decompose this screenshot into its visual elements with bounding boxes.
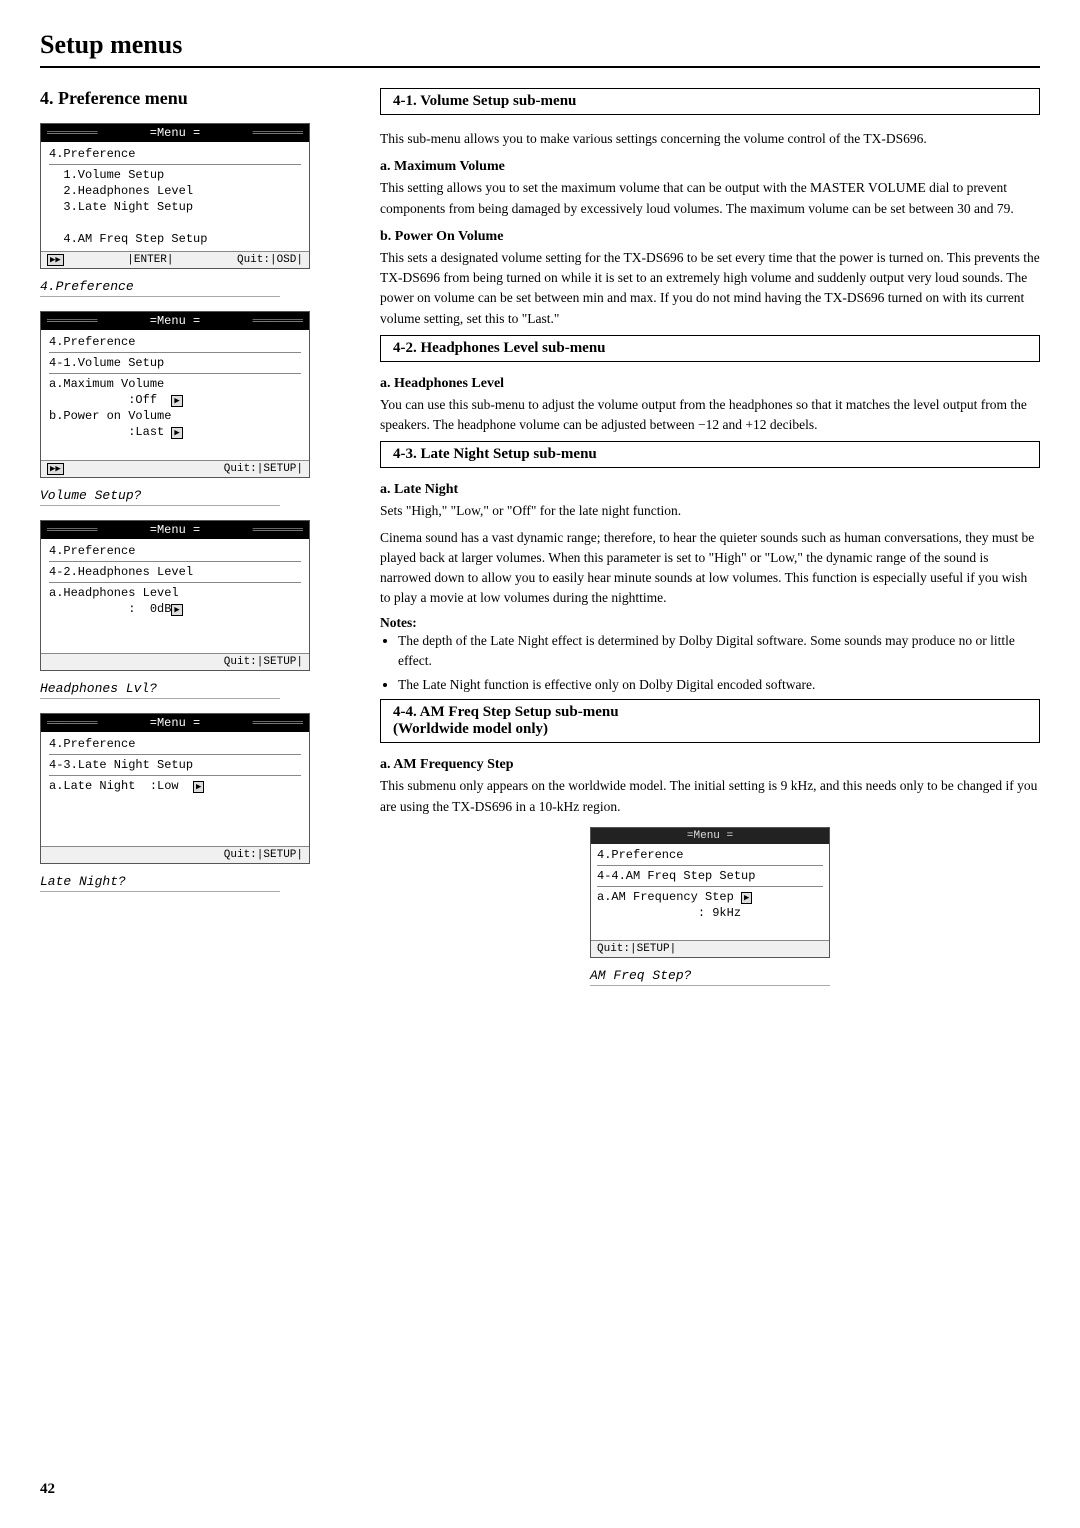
menu-bottom-bar-1: ▶▶ |ENTER| Quit:|OSD| xyxy=(41,251,309,268)
menu-item: :Last ▶ xyxy=(49,424,301,440)
menu-item: : 0dB▶ xyxy=(49,601,301,617)
menu-bottom-left: ▶▶ xyxy=(47,254,64,266)
menu-item: :Off ▶ xyxy=(49,392,301,408)
menu-item: 4.Preference xyxy=(597,847,823,863)
menu-title-bar-2: =Menu = xyxy=(41,312,309,330)
menu-content-1: 4.Preference 1.Volume Setup 2.Headphones… xyxy=(41,142,309,251)
menu-item xyxy=(597,921,823,937)
menu-bottom-bar-3: Quit:|SETUP| xyxy=(41,653,309,670)
menu-content-2: 4.Preference 4-1.Volume Setup a.Maximum … xyxy=(41,330,309,460)
section-4-2-heading: 4-2. Headphones Level sub-menu xyxy=(393,340,1027,357)
menu-item: 4-2.Headphones Level xyxy=(49,564,301,580)
left-column: 4. Preference menu =Menu = 4.Preference … xyxy=(40,88,350,1000)
menu-italic-label-1: 4.Preference xyxy=(40,279,280,297)
menu-box-3: =Menu = 4.Preference 4-2.Headphones Leve… xyxy=(40,520,310,671)
section-4-4-heading-text: 4-4. AM Freq Step Setup sub-menu xyxy=(393,704,619,720)
menu-item: 4.Preference xyxy=(49,543,301,559)
menu-item: a.Maximum Volume xyxy=(49,376,301,392)
sub-heading-am-freq: a. AM Frequency Step xyxy=(380,757,1040,773)
menu-item xyxy=(49,633,301,649)
menu-item: 4-1.Volume Setup xyxy=(49,355,301,371)
menu-bottom-center: |ENTER| xyxy=(127,254,173,266)
menu-item: 4.AM Freq Step Setup xyxy=(49,231,301,247)
section-heading: 4. Preference menu xyxy=(40,88,350,109)
am-freq-bottom-area: =Menu = 4.Preference 4-4.AM Freq Step Se… xyxy=(380,827,1040,1000)
notes-label: Notes: xyxy=(380,615,1040,631)
menu-bottom-bar-am: Quit:|SETUP| xyxy=(591,940,829,957)
menu-bottom-left: ▶▶ xyxy=(47,463,64,475)
menu-item: 4-4.AM Freq Step Setup xyxy=(597,868,823,884)
menu-italic-label-4: Late Night? xyxy=(40,874,280,892)
menu-italic-label-3: Headphones Lvl? xyxy=(40,681,280,699)
menu-item: a.Headphones Level xyxy=(49,585,301,601)
menu-bottom-right-am: Quit:|SETUP| xyxy=(597,943,676,955)
menu-bottom-right: Quit:|OSD| xyxy=(237,254,303,266)
section-4-3-heading: 4-3. Late Night Setup sub-menu xyxy=(393,446,1027,463)
menu-title-bar-am: =Menu = xyxy=(591,828,829,844)
section-4-1: 4-1. Volume Setup sub-menu xyxy=(380,88,1040,115)
menu-item: a.Late Night :Low ▶ xyxy=(49,778,301,794)
section-4-4: 4-4. AM Freq Step Setup sub-menu (Worldw… xyxy=(380,699,1040,743)
section-4-1-heading: 4-1. Volume Setup sub-menu xyxy=(393,93,1027,110)
text-power-vol: This sets a designated volume setting fo… xyxy=(380,248,1040,329)
menu-bottom-bar-2: ▶▶ Quit:|SETUP| xyxy=(41,460,309,477)
menu-item: : 9kHz xyxy=(597,905,823,921)
menu-title-text-1: =Menu = xyxy=(97,126,252,140)
text-max-vol: This setting allows you to set the maxim… xyxy=(380,178,1040,219)
section-4-4-heading: 4-4. AM Freq Step Setup sub-menu (Worldw… xyxy=(393,704,1027,738)
menu-item xyxy=(49,794,301,810)
menu-box-am: =Menu = 4.Preference 4-4.AM Freq Step Se… xyxy=(590,827,830,958)
menu-title-text-4: =Menu = xyxy=(97,716,252,730)
menu-box-2: =Menu = 4.Preference 4-1.Volume Setup a.… xyxy=(40,311,310,478)
menu-item: 4.Preference xyxy=(49,736,301,752)
sub-heading-power-vol: b. Power On Volume xyxy=(380,229,1040,245)
menu-box-4: =Menu = 4.Preference 4-3.Late Night Setu… xyxy=(40,713,310,864)
menu-italic-label-2: Volume Setup? xyxy=(40,488,280,506)
sub-heading-late-night: a. Late Night xyxy=(380,482,1040,498)
menu-content-3: 4.Preference 4-2.Headphones Level a.Head… xyxy=(41,539,309,653)
menu-item xyxy=(49,826,301,842)
menu-italic-label-am: AM Freq Step? xyxy=(590,968,830,986)
text-hp-level: You can use this sub-menu to adjust the … xyxy=(380,395,1040,436)
menu-bottom-right: Quit:|SETUP| xyxy=(224,849,303,861)
menu-item: 4.Preference xyxy=(49,146,301,162)
menu-item: 3.Late Night Setup xyxy=(49,199,301,215)
menu-item: 4.Preference xyxy=(49,334,301,350)
sub-heading-hp-level: a. Headphones Level xyxy=(380,376,1040,392)
text-am-freq: This submenu only appears on the worldwi… xyxy=(380,776,1040,817)
menu-bottom-right: Quit:|SETUP| xyxy=(224,463,303,475)
bullet-item: The Late Night function is effective onl… xyxy=(398,675,1040,695)
menu-box-1: =Menu = 4.Preference 1.Volume Setup 2.He… xyxy=(40,123,310,269)
menu-item: 1.Volume Setup xyxy=(49,167,301,183)
menu-item xyxy=(49,617,301,633)
menu-item xyxy=(49,215,301,231)
menu-item: a.AM Frequency Step ▶ xyxy=(597,889,823,905)
right-column: 4-1. Volume Setup sub-menu This sub-menu… xyxy=(380,88,1040,1000)
sub-heading-max-vol: a. Maximum Volume xyxy=(380,159,1040,175)
text-late-night-short: Sets "High," "Low," or "Off" for the lat… xyxy=(380,501,1040,521)
menu-title-text-2: =Menu = xyxy=(97,314,252,328)
menu-item xyxy=(49,810,301,826)
menu-title-bar-1: =Menu = xyxy=(41,124,309,142)
menu-item: b.Power on Volume xyxy=(49,408,301,424)
menu-item xyxy=(49,440,301,456)
section-4-3: 4-3. Late Night Setup sub-menu xyxy=(380,441,1040,468)
bullet-item: The depth of the Late Night effect is de… xyxy=(398,631,1040,672)
menu-bottom-right: Quit:|SETUP| xyxy=(224,656,303,668)
late-night-bullets: The depth of the Late Night effect is de… xyxy=(398,631,1040,696)
menu-title-text-3: =Menu = xyxy=(97,523,252,537)
section-4-1-intro: This sub-menu allows you to make various… xyxy=(380,129,1040,149)
menu-title-bar-3: =Menu = xyxy=(41,521,309,539)
menu-title-bar-4: =Menu = xyxy=(41,714,309,732)
menu-bottom-bar-4: Quit:|SETUP| xyxy=(41,846,309,863)
section-4-2: 4-2. Headphones Level sub-menu xyxy=(380,335,1040,362)
menu-item: 2.Headphones Level xyxy=(49,183,301,199)
page-number: 42 xyxy=(40,1481,55,1498)
section-4-4-heading2: (Worldwide model only) xyxy=(393,721,548,737)
text-late-night-long: Cinema sound has a vast dynamic range; t… xyxy=(380,528,1040,609)
menu-item: 4-3.Late Night Setup xyxy=(49,757,301,773)
menu-content-4: 4.Preference 4-3.Late Night Setup a.Late… xyxy=(41,732,309,846)
menu-content-am: 4.Preference 4-4.AM Freq Step Setup a.AM… xyxy=(591,844,829,940)
page-title: Setup menus xyxy=(40,30,1040,68)
